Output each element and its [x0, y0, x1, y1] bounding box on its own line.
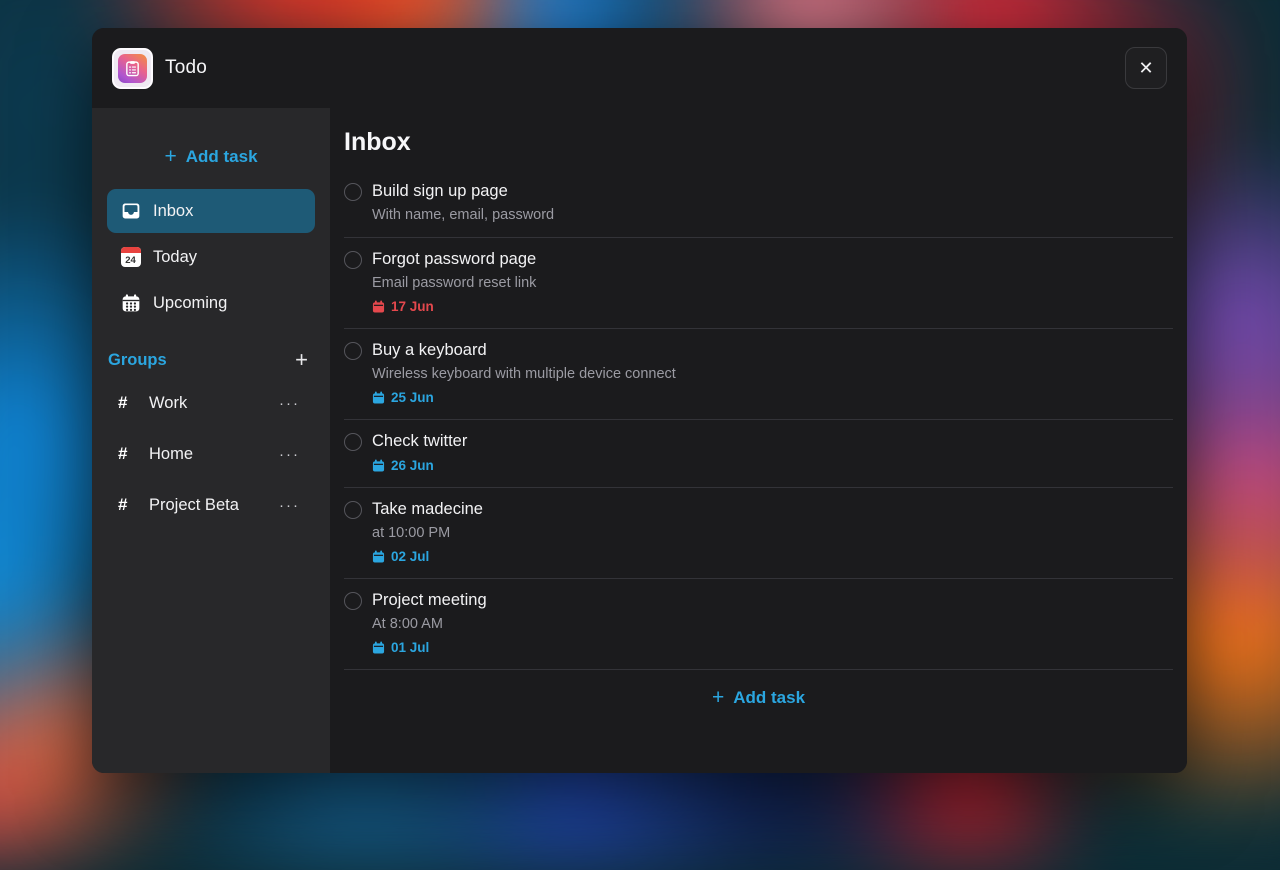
window-title: Todo [165, 57, 208, 78]
add-task-label: Add task [733, 687, 806, 707]
due-date-label: 02 Jul [391, 549, 430, 564]
task-subtitle: With name, email, password [372, 207, 555, 223]
sidebar-nav: Inbox 24 Today Upcoming [92, 189, 330, 325]
group-name: Project Beta [149, 495, 239, 514]
sidebar-item-label: Inbox [153, 201, 194, 220]
window-header: Todo ✕ [92, 28, 1187, 108]
sidebar-group-home[interactable]: # Home ··· [92, 431, 330, 477]
task-row[interactable]: Check twitter 26 Jun [344, 420, 1173, 488]
sidebar-item-label: Upcoming [153, 293, 228, 312]
group-options-button[interactable]: ··· [279, 395, 300, 412]
groups-label: Groups [108, 350, 167, 369]
todo-app-icon [112, 47, 153, 89]
sidebar: + Add task Inbox 24 Today Upcoming Group… [92, 108, 330, 773]
task-title: Buy a keyboard [372, 341, 487, 359]
add-group-button[interactable]: + [295, 349, 308, 371]
ellipsis-icon: ··· [279, 394, 300, 412]
upcoming-calendar-icon [120, 293, 141, 314]
sidebar-item-inbox[interactable]: Inbox [107, 189, 315, 233]
today-calendar-icon: 24 [120, 247, 141, 268]
task-subtitle: At 8:00 AM [372, 616, 443, 632]
sidebar-item-label: Today [153, 247, 198, 266]
hash-icon: # [118, 444, 128, 463]
task-checkbox[interactable] [344, 433, 362, 451]
task-due-date: 25 Jun [372, 388, 676, 407]
sidebar-item-upcoming[interactable]: Upcoming [107, 281, 315, 325]
task-title: Build sign up page [372, 182, 508, 200]
task-checkbox[interactable] [344, 183, 362, 201]
close-icon: ✕ [1138, 58, 1154, 78]
todo-app-window: Todo ✕ + Add task Inbox 24 Today Upcomin… [92, 28, 1187, 773]
inbox-icon [120, 201, 141, 222]
hash-icon: # [118, 393, 128, 412]
task-row[interactable]: Take madecine at 10:00 PM 02 Jul [344, 488, 1173, 579]
task-due-date: 26 Jun [372, 456, 467, 475]
task-checkbox[interactable] [344, 251, 362, 269]
due-date-label: 17 Jun [391, 299, 434, 314]
due-date-label: 25 Jun [391, 390, 434, 405]
task-title: Take madecine [372, 500, 483, 518]
task-checkbox[interactable] [344, 342, 362, 360]
close-button[interactable]: ✕ [1125, 47, 1167, 89]
sidebar-add-task-button[interactable]: + Add task [92, 138, 330, 189]
task-title: Check twitter [372, 432, 468, 450]
group-options-button[interactable]: ··· [279, 446, 300, 463]
due-date-label: 26 Jun [391, 458, 434, 473]
task-list-panel: Inbox Build sign up page With name, emai… [330, 108, 1187, 773]
plus-icon: + [164, 145, 177, 168]
hash-icon: # [118, 495, 128, 514]
add-task-label: Add task [185, 146, 258, 166]
task-due-date: 17 Jun [372, 297, 536, 316]
clipboard-icon [118, 53, 147, 83]
task-row[interactable]: Project meeting At 8:00 AM 01 Jul [344, 579, 1173, 670]
ellipsis-icon: ··· [279, 445, 300, 463]
plus-icon: + [295, 347, 308, 372]
task-subtitle: Email password reset link [372, 275, 537, 291]
main-add-task-button[interactable]: + Add task [344, 670, 1173, 725]
group-name: Work [149, 393, 188, 412]
page-title: Inbox [344, 128, 411, 156]
task-row[interactable]: Buy a keyboard Wireless keyboard with mu… [344, 329, 1173, 420]
plus-icon: + [711, 686, 725, 709]
sidebar-group-work[interactable]: # Work ··· [92, 380, 330, 426]
task-due-date: 02 Jul [372, 547, 483, 566]
task-subtitle: at 10:00 PM [372, 525, 451, 541]
sidebar-item-today[interactable]: 24 Today [107, 235, 315, 279]
task-title: Forgot password page [372, 250, 537, 268]
sidebar-group-project-beta[interactable]: # Project Beta ··· [92, 482, 330, 528]
task-checkbox[interactable] [344, 592, 362, 610]
group-options-button[interactable]: ··· [279, 497, 300, 514]
task-title: Project meeting [372, 591, 487, 609]
task-row[interactable]: Forgot password page Email password rese… [344, 238, 1173, 329]
task-subtitle: Wireless keyboard with multiple device c… [372, 366, 676, 382]
groups-header: Groups + [92, 325, 330, 375]
due-date-label: 01 Jul [391, 640, 430, 655]
task-due-date: 01 Jul [372, 638, 487, 657]
ellipsis-icon: ··· [279, 496, 300, 514]
group-name: Home [149, 444, 194, 463]
task-checkbox[interactable] [344, 501, 362, 519]
task-row[interactable]: Build sign up page With name, email, pas… [344, 170, 1173, 238]
